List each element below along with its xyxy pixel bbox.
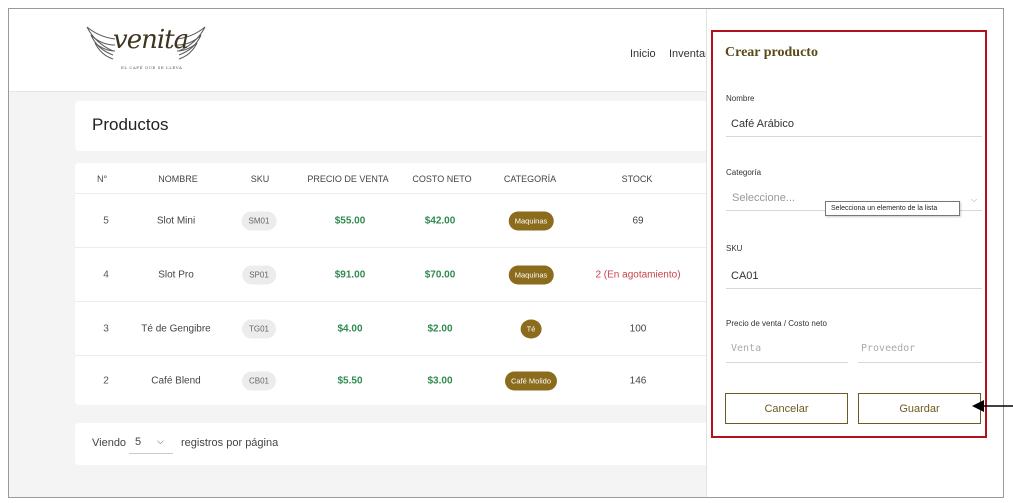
- pager-suffix: registros por página: [181, 437, 279, 449]
- proveedor-input[interactable]: Proveedor: [861, 343, 915, 354]
- table-row[interactable]: 5 Slot Mini SM01 $55.00 $42.00 Maquinas …: [75, 193, 715, 248]
- row-category-badge: Café Molido: [504, 371, 558, 391]
- row-stock: 146: [629, 375, 647, 387]
- row-stock: 100: [629, 323, 647, 335]
- category-label: Categoría: [726, 168, 762, 177]
- page-title: Productos: [92, 115, 169, 134]
- save-button[interactable]: Guardar: [858, 393, 981, 424]
- column-header-sku: SKU: [250, 174, 270, 184]
- row-sku: SP01: [242, 265, 276, 285]
- row-sku: CB01: [241, 371, 277, 391]
- row-name: Slot Mini: [156, 215, 196, 227]
- table-row[interactable]: 4 Slot Pro SP01 $91.00 $70.00 Maquinas 2…: [75, 247, 715, 302]
- row-number: 3: [103, 323, 109, 335]
- row-price: $5.50: [337, 375, 363, 387]
- validation-tooltip: Selecciona un elemento de la lista: [825, 201, 960, 216]
- chevron-down-icon: ⌵: [157, 436, 164, 446]
- venta-input[interactable]: Venta: [731, 343, 761, 354]
- proveedor-underline: [858, 362, 982, 363]
- row-category-badge: Maquinas: [508, 265, 554, 285]
- highlight-box: [711, 30, 987, 438]
- panel-title: Crear producto: [725, 45, 818, 60]
- column-header-stock: STOCK: [621, 174, 653, 184]
- row-number: 5: [103, 215, 109, 227]
- row-category-badge: Té: [520, 319, 542, 339]
- table-row[interactable]: 3 Té de Gengibre TG01 $4.00 $2.00 Té 100: [75, 301, 715, 356]
- sku-label: SKU: [726, 244, 743, 253]
- row-stock: 2 (En agotamiento): [595, 269, 681, 281]
- row-name: Café Blend: [151, 375, 201, 387]
- per-page-value: 5: [135, 436, 142, 448]
- logo-wordmark: venita: [113, 25, 189, 55]
- category-select[interactable]: Seleccione...: [732, 192, 795, 204]
- pointer-arrow-icon: [972, 400, 1013, 412]
- sku-field[interactable]: CA01: [731, 270, 759, 282]
- logo-tagline: EL CAFÉ QUE SE LLEVA: [121, 65, 183, 70]
- row-sku: TG01: [241, 319, 277, 339]
- name-label: Nombre: [726, 94, 755, 103]
- column-header-category: CATEGORÍA: [503, 174, 557, 184]
- row-cost: $3.00: [427, 375, 453, 387]
- sku-underline: [726, 288, 982, 289]
- column-header-number: N°: [96, 174, 108, 184]
- cancel-button[interactable]: Cancelar: [725, 393, 848, 424]
- row-price: $4.00: [337, 323, 363, 335]
- row-category-badge: Maquinas: [508, 211, 554, 231]
- row-name: Té de Gengibre: [141, 323, 211, 335]
- chevron-down-icon: ⌵: [971, 195, 978, 204]
- row-name: Slot Pro: [158, 269, 194, 281]
- row-cost: $42.00: [424, 215, 456, 227]
- table-row[interactable]: 2 Café Blend CB01 $5.50 $3.00 Café Molid…: [75, 355, 715, 406]
- column-header-cost: COSTO NETO: [412, 174, 472, 184]
- pager-prefix: Viendo: [92, 437, 127, 449]
- name-field[interactable]: Café Arábico: [731, 118, 794, 130]
- nav-inicio[interactable]: Inicio: [630, 48, 656, 60]
- per-page-select[interactable]: 5 ⌵: [129, 431, 173, 454]
- venta-underline: [726, 362, 848, 363]
- row-number: 2: [103, 375, 109, 387]
- row-price: $91.00: [334, 269, 366, 281]
- row-cost: $2.00: [427, 323, 453, 335]
- row-stock: 69: [632, 215, 644, 227]
- brand-logo[interactable]: venita EL CAFÉ QUE SE LLEVA: [85, 21, 207, 77]
- products-table: N° NOMBRE SKU PRECIO DE VENTA COSTO NETO…: [75, 163, 715, 405]
- name-field-underline: [726, 136, 982, 137]
- row-sku: SM01: [241, 211, 277, 231]
- price-cost-label: Precio de venta / Costo neto: [726, 319, 827, 328]
- column-header-name: NOMBRE: [158, 174, 198, 184]
- row-cost: $70.00: [424, 269, 456, 281]
- products-header-card: Productos: [75, 101, 715, 151]
- pagination-bar: Viendo 5 ⌵ registros por página: [75, 423, 715, 465]
- row-price: $55.00: [334, 215, 366, 227]
- column-header-price: PRECIO DE VENTA: [307, 174, 389, 184]
- row-number: 4: [103, 269, 109, 281]
